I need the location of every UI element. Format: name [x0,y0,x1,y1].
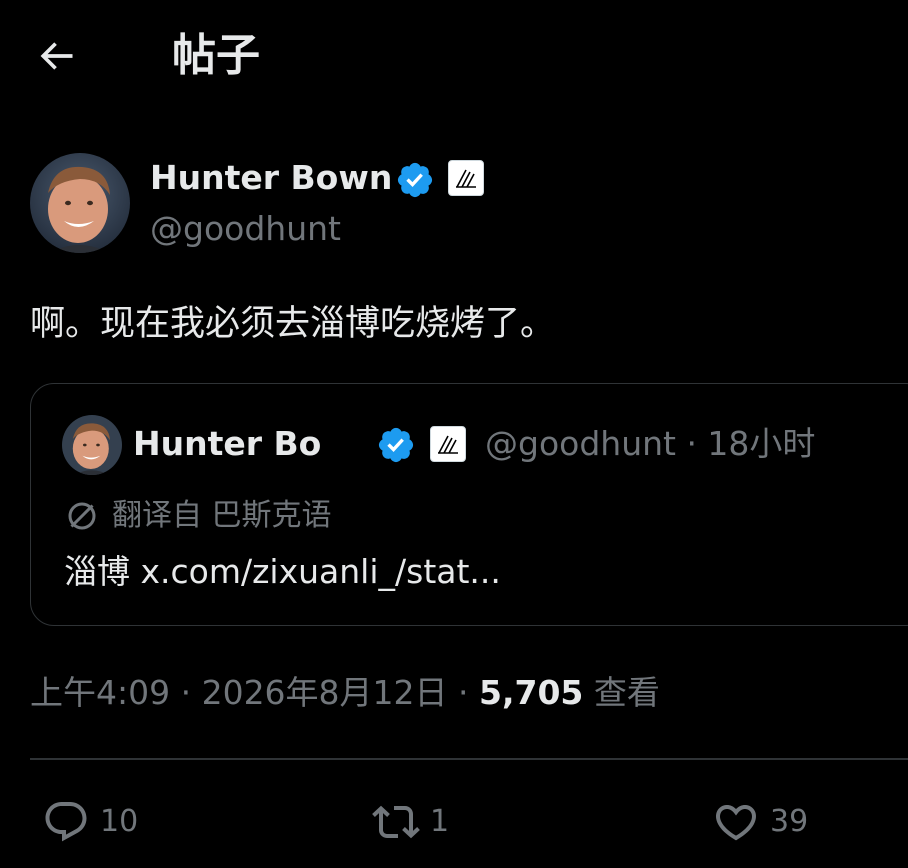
views-label: 查看 [583,673,660,712]
author-name[interactable]: Hunter Bown [150,156,392,200]
verified-badge-icon [395,160,435,204]
reply-icon [45,802,87,842]
back-button[interactable] [30,30,82,82]
reply-button[interactable]: 10 [42,796,138,848]
arrow-left-icon [40,42,73,70]
affiliation-badge-icon[interactable] [448,160,484,196]
quoted-handle-time: @goodhunt · 18小时 [485,424,816,463]
translation-indicator[interactable]: 翻译自 巴斯克语 [64,496,332,536]
affiliation-badge-icon [430,426,466,462]
like-button[interactable]: 39 [712,796,808,848]
page-title: 帖子 [172,30,260,81]
author-avatar[interactable] [30,153,130,253]
author-handle[interactable]: @goodhunt [150,207,341,251]
quoted-author-name: Hunter Bo [133,424,322,463]
repost-icon [372,805,420,839]
translate-icon [68,502,96,530]
timestamp-date[interactable]: 上午4:09 · 2026年8月12日 · [30,673,479,712]
post-timestamp: 上午4:09 · 2026年8月12日 · 5,705 查看 [30,670,660,716]
repost-count: 1 [430,804,450,839]
heart-icon [715,805,757,841]
divider [30,758,908,760]
verified-badge-icon [376,425,416,469]
quoted-author-avatar [62,415,122,475]
like-count: 39 [770,804,809,839]
views-count: 5,705 [479,673,584,712]
quoted-post-text: 淄博 x.com/zixuanli_/stat... [64,552,501,591]
reply-count: 10 [100,804,139,839]
translation-label: 翻译自 巴斯克语 [112,498,332,533]
repost-button[interactable]: 1 [372,796,449,848]
post-text: 啊。现在我必须去淄博吃烧烤了。 [30,304,556,344]
